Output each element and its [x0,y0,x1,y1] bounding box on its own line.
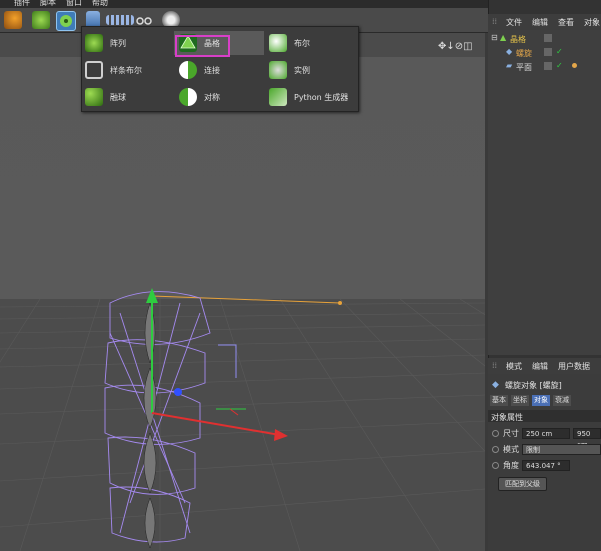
grip-icon: ⁞⁞ [492,17,498,26]
layer-icon[interactable] [544,48,552,56]
axis-z [174,388,182,396]
object-manager-menubar: ⁞⁞ 文件 编辑 查看 对象 [488,14,601,30]
size-field-2[interactable]: 950 cm [573,428,601,449]
generator-popup-menu: 阵列 晶格 布尔 样条布尔 连接 实例 融球 对称 Python 生成器 [81,26,359,112]
om-menu-object[interactable]: 对象 [584,17,600,28]
menu-item-symmetry[interactable]: 对称 [174,85,264,109]
spline-boolean-icon [85,61,103,79]
attr-menu-mode[interactable]: 模式 [506,361,522,372]
menu-item-spline-boolean[interactable]: 样条布尔 [82,58,172,82]
lattice-corner [218,344,237,378]
size-label: 尺寸 [503,429,519,438]
lattice-selection-highlight [175,35,230,57]
om-menu-edit[interactable]: 编辑 [532,17,548,28]
size-field-1[interactable]: 250 cm [522,428,570,439]
mode-select[interactable]: 限制 [522,444,601,455]
menu-window[interactable]: 窗口 [66,0,82,8]
tag-icon[interactable] [572,63,577,68]
angle-field[interactable]: 643.047 ° [522,460,570,471]
enabled-check-icon[interactable]: ✓ [556,61,563,70]
layer-icon[interactable] [544,62,552,70]
generator-menu-icon[interactable] [56,11,76,31]
instance-icon [269,61,287,79]
plane-object-icon: ▰ [506,61,513,70]
small-axis-red [229,408,239,416]
menubar: 插件 脚本 窗口 帮助 [0,0,488,8]
attr-menu-edit[interactable]: 编辑 [532,361,548,372]
boolean-icon [269,34,287,52]
menu-item-python-generator[interactable]: Python 生成器 [266,85,356,109]
menu-item-array[interactable]: 阵列 [82,31,172,55]
layer-icon[interactable] [544,34,552,42]
metaball-icon [85,88,103,106]
array-icon [85,34,103,52]
object-row-helix[interactable]: ◆ 螺旋 ✓ [488,47,601,59]
tab-falloff[interactable]: 衰减 [553,395,571,406]
axis-x [151,412,281,436]
symmetry-icon [179,88,197,106]
tab-basic[interactable]: 基本 [490,395,508,406]
grip-icon: ⁞⁞ [492,361,498,370]
menu-help[interactable]: 帮助 [92,0,108,8]
axis-x-arrow [274,429,288,441]
lattice-object-icon: ▲ [500,33,507,42]
spline-line [151,295,341,304]
tab-coord[interactable]: 坐标 [511,395,529,406]
cube-primitive-icon[interactable] [32,11,50,29]
attribute-title: 螺旋对象 [螺旋] [505,381,562,390]
scene-icon[interactable] [106,15,134,25]
connect-icon [179,61,197,79]
tab-object[interactable]: 对象 [532,395,550,406]
match-parent-button[interactable]: 匹配到父级 [498,477,547,491]
enabled-check-icon[interactable]: ✓ [556,47,563,56]
spline-point [338,301,342,305]
attr-menu-userdata[interactable]: 用户数据 [558,361,590,372]
helix-object-icon: ◆ [506,47,513,56]
object-row-lattice[interactable]: ⊟ ▲ 晶格 [488,33,601,45]
python-generator-icon [269,88,287,106]
helix-object [143,302,157,549]
angle-label: 角度 [503,461,519,470]
axis-y-arrow [146,288,158,303]
menu-item-metaball[interactable]: 融球 [82,85,172,109]
menu-plugins[interactable]: 插件 [14,0,30,8]
menu-item-connect[interactable]: 连接 [174,58,264,82]
size-radio[interactable] [492,430,499,437]
om-menu-file[interactable]: 文件 [506,17,522,28]
mode-label: 模式 [503,445,519,454]
lattice-cage [104,291,211,543]
menu-script[interactable]: 脚本 [40,0,56,8]
attribute-manager-menubar: ⁞⁞ 模式 编辑 用户数据 [488,358,601,374]
tree-expander-icon[interactable]: ⊟ [491,33,498,42]
helix-object-icon: ◆ [492,380,499,390]
menu-item-instance[interactable]: 实例 [266,58,356,82]
mode-radio[interactable] [492,446,499,453]
angle-radio[interactable] [492,462,499,469]
menu-item-boolean[interactable]: 布尔 [266,31,356,55]
object-manager: ⊟ ▲ 晶格 ◆ 螺旋 ✓ ▰ 平面 ✓ [488,30,601,355]
object-row-plane[interactable]: ▰ 平面 ✓ [488,61,601,73]
section-header: 对象属性 [488,410,601,422]
om-menu-view[interactable]: 查看 [558,17,574,28]
pen-tool-icon[interactable] [4,11,22,29]
